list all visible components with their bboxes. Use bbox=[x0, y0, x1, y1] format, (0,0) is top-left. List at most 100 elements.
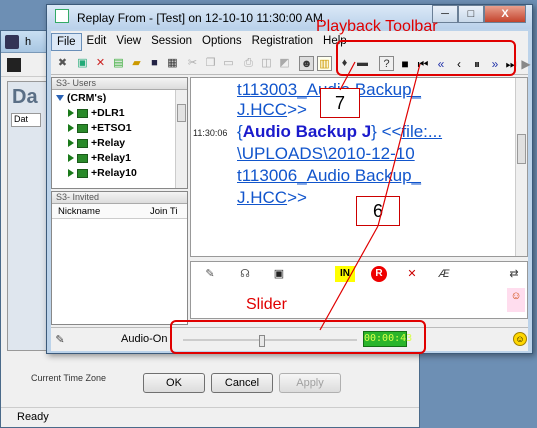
app-icon bbox=[5, 35, 19, 49]
cancel-button[interactable]: Cancel bbox=[211, 373, 273, 393]
status-bar: Ready bbox=[1, 407, 419, 427]
background-title: h bbox=[25, 36, 32, 48]
maximize-button[interactable]: □ bbox=[458, 5, 484, 23]
link-tail: >> bbox=[287, 100, 307, 119]
menu-bar: File Edit View Session Options Registrat… bbox=[51, 33, 352, 51]
status-text: Ready bbox=[17, 411, 49, 423]
new-icon[interactable]: ▣ bbox=[75, 56, 90, 71]
export-icon[interactable]: ▤ bbox=[111, 56, 126, 71]
print-icon[interactable]: ⎙ bbox=[241, 56, 256, 71]
slider-highlight bbox=[170, 320, 426, 354]
file-link[interactable]: J.HCC bbox=[237, 100, 287, 119]
close-doc-icon[interactable]: ✕ bbox=[93, 56, 108, 71]
timestamp: 11:30:06 bbox=[193, 128, 228, 138]
users-root[interactable]: (CRM's) bbox=[56, 92, 106, 104]
callout-6: 6 bbox=[356, 196, 400, 226]
camera-icon[interactable]: ▣ bbox=[269, 266, 289, 282]
play-button[interactable]: ▶ bbox=[521, 56, 531, 72]
invited-columns: Nickname Join Ti bbox=[52, 204, 187, 219]
audio-status: Audio-On bbox=[121, 333, 168, 345]
file-link[interactable]: J.HCC bbox=[237, 188, 287, 207]
figure-icon[interactable]: ☺ bbox=[507, 288, 525, 312]
transcript-line: J.HCC>> bbox=[237, 188, 307, 208]
copy-icon[interactable]: ❐ bbox=[203, 56, 218, 71]
transcript-line: {Audio Backup J} <<file:... bbox=[237, 122, 442, 142]
menu-file[interactable]: File bbox=[51, 33, 82, 51]
user-icon bbox=[77, 123, 88, 133]
apply-button[interactable]: Apply bbox=[279, 373, 341, 393]
save-icon[interactable]: ■ bbox=[147, 56, 162, 71]
user-icon bbox=[77, 138, 88, 148]
record-icon[interactable]: R bbox=[371, 266, 387, 282]
message-title: Audio Backup J bbox=[242, 122, 372, 141]
link-open: << bbox=[376, 122, 402, 141]
expand-arrow-icon[interactable] bbox=[68, 139, 74, 148]
invited-panel-title: S3- Invited bbox=[52, 192, 187, 204]
swap-icon[interactable]: ⇄ bbox=[505, 266, 523, 282]
user-icon bbox=[77, 153, 88, 163]
invited-panel: S3- Invited Nickname Join Ti bbox=[51, 191, 188, 325]
delete-icon[interactable]: ✖ bbox=[55, 56, 70, 71]
user-label: +DLR1 bbox=[91, 107, 125, 119]
menu-session[interactable]: Session bbox=[146, 33, 197, 51]
find-icon[interactable]: ◩ bbox=[277, 56, 292, 71]
open-folder-icon[interactable]: ▰ bbox=[129, 56, 144, 71]
cut-icon[interactable]: ✂ bbox=[185, 56, 200, 71]
properties-icon[interactable]: ▦ bbox=[165, 56, 180, 71]
collapse-arrow-icon[interactable] bbox=[56, 95, 64, 102]
playback-toolbar-highlight bbox=[336, 40, 516, 76]
voice-icon[interactable]: ☊ bbox=[235, 266, 255, 282]
menu-options[interactable]: Options bbox=[197, 33, 247, 51]
save-icon[interactable] bbox=[7, 58, 21, 72]
user-icon bbox=[77, 168, 88, 178]
user-label: +Relay10 bbox=[91, 167, 137, 179]
users-scrollbar[interactable] bbox=[175, 90, 187, 188]
expand-arrow-icon[interactable] bbox=[68, 124, 74, 133]
user-label: +Relay1 bbox=[91, 152, 131, 164]
user-item[interactable]: +Relay1 bbox=[68, 152, 131, 164]
user-item[interactable]: +DLR1 bbox=[68, 107, 125, 119]
print-preview-icon[interactable]: ◫ bbox=[259, 56, 274, 71]
users-toggle-icon[interactable]: ☻ bbox=[299, 56, 314, 71]
paste-icon[interactable]: ▭ bbox=[221, 56, 236, 71]
col-nickname[interactable]: Nickname bbox=[58, 206, 100, 217]
pen-icon[interactable]: ✎ bbox=[201, 266, 219, 282]
user-icon bbox=[77, 108, 88, 118]
expand-arrow-icon[interactable] bbox=[68, 169, 74, 178]
user-item[interactable]: +Relay bbox=[68, 137, 125, 149]
user-label: +Relay bbox=[91, 137, 126, 149]
menu-edit[interactable]: Edit bbox=[82, 33, 112, 51]
close-button[interactable]: X bbox=[484, 5, 526, 23]
user-item[interactable]: +Relay10 bbox=[68, 167, 137, 179]
file-link[interactable]: file:... bbox=[401, 122, 442, 141]
notes-toggle-icon[interactable]: ▥ bbox=[317, 56, 332, 71]
expand-arrow-icon[interactable] bbox=[68, 109, 74, 118]
transcript-line[interactable]: \UPLOADS\2010-12-10 bbox=[237, 144, 415, 164]
transcript-line[interactable]: t113006_Audio Backup_ bbox=[237, 166, 421, 186]
link-tail: >> bbox=[287, 188, 307, 207]
users-root-label: (CRM's) bbox=[67, 92, 107, 104]
transcript-line: J.HCC>> bbox=[237, 100, 307, 120]
window-controls: ─ □ X bbox=[432, 5, 526, 23]
in-icon[interactable]: IN bbox=[335, 266, 355, 282]
col-join-time[interactable]: Join Ti bbox=[150, 206, 177, 217]
ae-icon[interactable]: Æ bbox=[435, 266, 453, 282]
menu-registration[interactable]: Registration bbox=[247, 33, 318, 51]
users-panel-title: S3- Users bbox=[52, 78, 187, 90]
scrollbar-thumb[interactable] bbox=[517, 134, 526, 164]
scrollbar-thumb[interactable] bbox=[177, 104, 186, 122]
smiley-icon[interactable]: ☺ bbox=[513, 332, 527, 346]
user-item[interactable]: +ETSO1 bbox=[68, 122, 132, 134]
ok-button[interactable]: OK bbox=[143, 373, 205, 393]
current-time-zone-label: Current Time Zone bbox=[31, 373, 107, 383]
menu-view[interactable]: View bbox=[111, 33, 146, 51]
resize-grip-icon[interactable]: ✎ bbox=[53, 332, 67, 348]
background-tab[interactable]: Dat bbox=[11, 113, 41, 127]
annotation-panel: ✎ ☊ ▣ IN R ✕ Æ ⇄ ☺ bbox=[190, 261, 528, 319]
slider-label: Slider bbox=[246, 296, 287, 313]
background-panel-heading: Da bbox=[12, 86, 38, 108]
delete-note-icon[interactable]: ✕ bbox=[405, 266, 419, 282]
expand-arrow-icon[interactable] bbox=[68, 154, 74, 163]
transcript-scrollbar[interactable] bbox=[515, 78, 527, 256]
user-label: +ETSO1 bbox=[91, 122, 132, 134]
